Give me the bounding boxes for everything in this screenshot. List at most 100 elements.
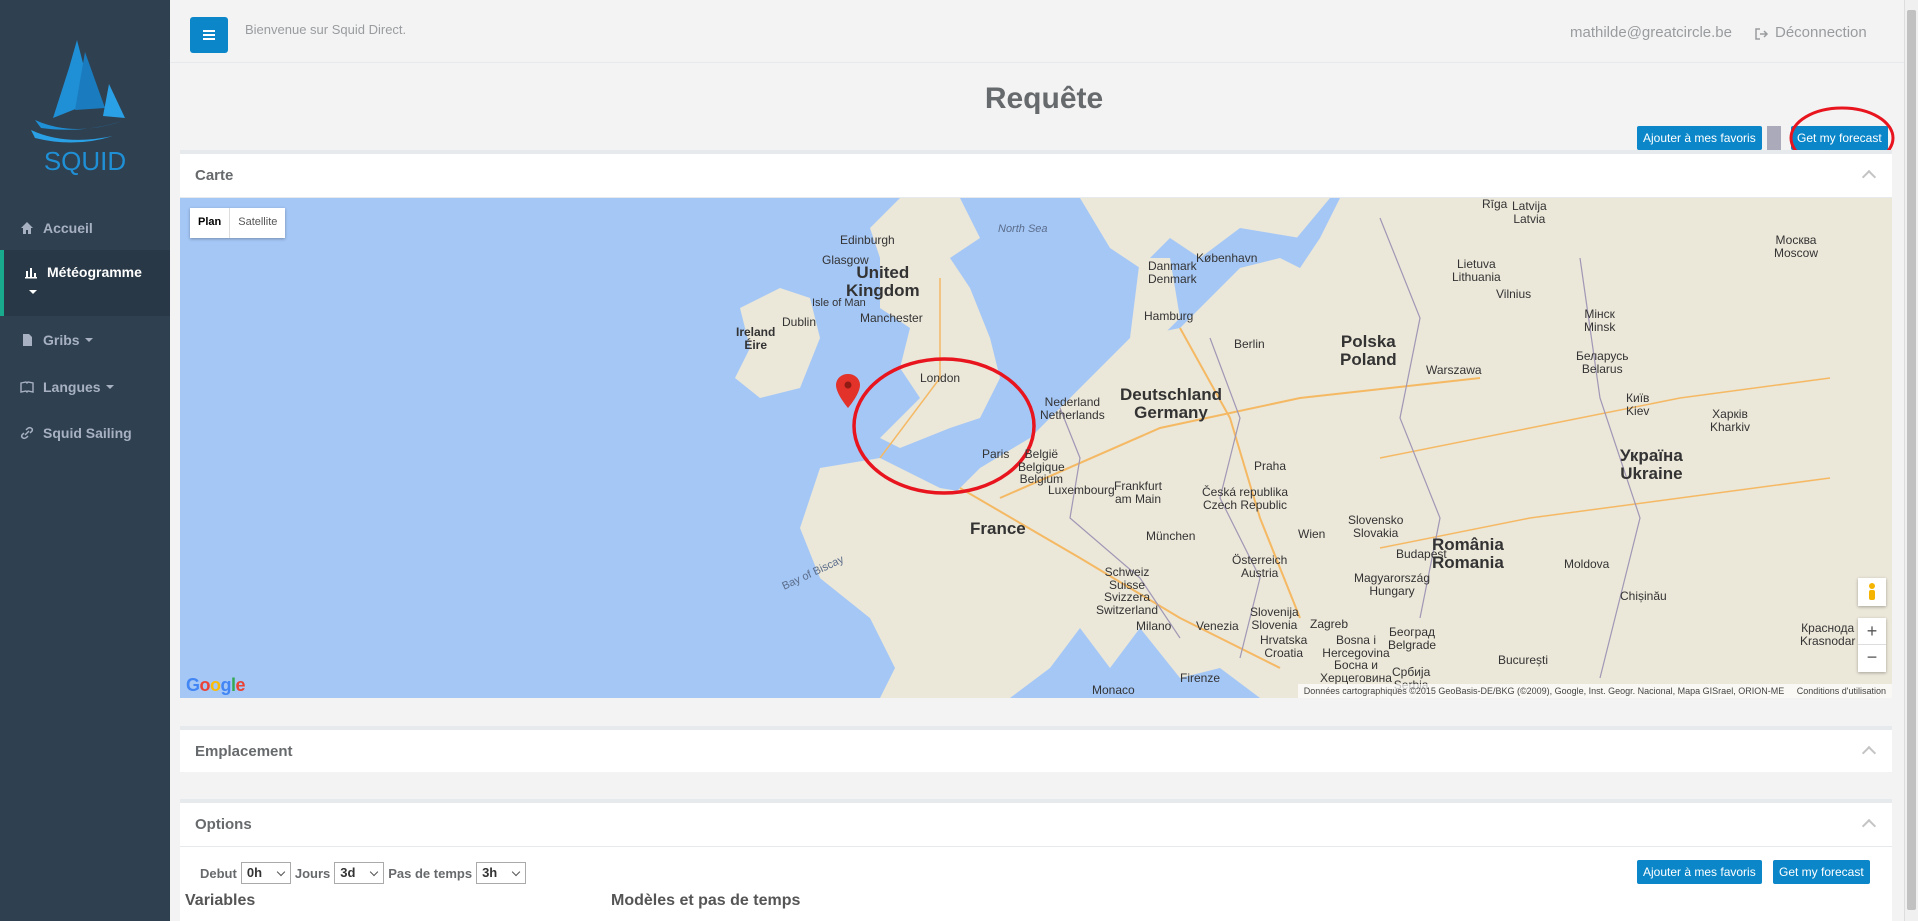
variables-heading: Variables — [185, 892, 256, 909]
map-label: Hrvatska Croatia — [1260, 633, 1308, 660]
map-label: Україна Ukraine — [1620, 446, 1683, 483]
sidebar-item-langues[interactable]: Langues — [0, 365, 170, 409]
panel-title-options[interactable]: Options — [180, 803, 1892, 847]
panel-title-carte[interactable]: Carte — [180, 154, 1892, 198]
map-label: Frankfurt am Main — [1114, 479, 1163, 506]
logout-link[interactable]: Déconnection — [1755, 24, 1867, 41]
page-title: Requête — [984, 82, 1104, 115]
map-type-control: Plan Satellite — [190, 208, 286, 238]
map-label: Nederland Netherlands — [1040, 395, 1105, 422]
zoom-out-button[interactable]: − — [1858, 645, 1886, 672]
panel-title-text: Emplacement — [195, 743, 293, 760]
terms-link[interactable]: Conditions d'utilisation — [1797, 686, 1886, 696]
map-label: Moldova — [1564, 557, 1610, 571]
map-label: Zagreb — [1310, 617, 1349, 631]
map-label: København — [1196, 251, 1258, 265]
sidebar-item-label: Accueil — [43, 220, 93, 236]
map-label: Paris — [982, 447, 1010, 461]
map-label: Magyarország Hungary — [1354, 571, 1431, 598]
menu-toggle-button[interactable] — [190, 17, 228, 53]
map-label: Беларусь Belarus — [1576, 349, 1629, 376]
map-label: Москва Moscow — [1774, 233, 1819, 260]
top-navbar: Bienvenue sur Squid Direct. mathilde@gre… — [170, 0, 1918, 63]
sidebar-item-gribs[interactable]: Gribs — [0, 318, 170, 362]
map-label: Київ Kiev — [1626, 391, 1650, 418]
map-label: Österreich Austria — [1232, 553, 1288, 580]
file-icon — [20, 333, 34, 347]
get-forecast-button-bottom[interactable]: Get my forecast — [1773, 860, 1870, 884]
map-label: München — [1146, 529, 1196, 543]
jours-label: Jours — [294, 865, 331, 881]
map-type-plan-button[interactable]: Plan — [190, 208, 231, 238]
map-label: Budapest — [1396, 547, 1447, 561]
map-label: Monaco — [1092, 683, 1135, 697]
caret-down-icon — [29, 290, 37, 295]
sidebar-item-label: Langues — [43, 379, 101, 395]
map-label: Dublin — [782, 315, 817, 329]
map-label: Polska Poland — [1340, 332, 1397, 369]
chevron-up-icon[interactable] — [1861, 745, 1877, 761]
street-view-pegman-icon[interactable] — [1858, 578, 1886, 606]
debut-select[interactable]: 0h — [240, 862, 291, 884]
squid-logo[interactable]: SQUID — [25, 38, 145, 178]
chevron-up-icon[interactable] — [1861, 818, 1877, 834]
map-label: Краснода Krasnodar — [1800, 621, 1856, 648]
map-label: Deutschland Germany — [1120, 385, 1223, 422]
caret-down-icon — [105, 385, 114, 389]
sidebar-item-meteogramme[interactable]: Météogramme — [0, 250, 170, 316]
map-label: Česká republika Czech Republic — [1202, 485, 1289, 512]
chevron-up-icon[interactable] — [1861, 169, 1877, 185]
map-label: United Kingdom — [846, 263, 920, 300]
sign-out-icon — [1755, 27, 1769, 40]
map-label: Firenze — [1180, 671, 1221, 685]
google-logo[interactable]: Google — [186, 675, 246, 696]
sidebar-item-squid-sailing[interactable]: Squid Sailing — [0, 411, 170, 455]
map-label: Ireland Éire — [736, 325, 776, 352]
scrollbar-thumb[interactable] — [1907, 10, 1916, 910]
svg-text:SQUID: SQUID — [44, 146, 126, 176]
panel-title-emplacement[interactable]: Emplacement — [180, 730, 1892, 774]
pas-de-temps-label: Pas de temps — [388, 865, 473, 881]
map-type-satellite-button[interactable]: Satellite — [230, 208, 285, 238]
sidebar-item-label: Gribs — [43, 332, 80, 348]
map-label: Bosna i Hercegovina Босна и Херцеговина — [1320, 633, 1392, 685]
sidebar-item-accueil[interactable]: Accueil — [0, 206, 170, 250]
map-label: Schweiz Suisse Svizzera Switzerland — [1096, 565, 1159, 617]
map-label: Мінск Minsk — [1584, 307, 1616, 334]
map-label: Manchester — [860, 311, 923, 325]
sidebar-item-label: Météogramme — [47, 264, 142, 280]
attribution-text: Données cartographiques ©2015 GeoBasis-D… — [1303, 686, 1785, 696]
map-view[interactable]: North Sea Bay of Biscay United Kingdom I… — [180, 198, 1892, 698]
panel-title-text: Carte — [195, 167, 234, 184]
user-email: mathilde@greatcircle.be — [1570, 24, 1732, 41]
map-label: Isle of Man — [812, 297, 866, 309]
link-icon — [20, 426, 34, 440]
modeles-heading: Modèles et pas de temps — [611, 892, 801, 909]
zoom-in-button[interactable]: + — [1858, 618, 1886, 645]
jours-select[interactable]: 3d — [334, 862, 385, 884]
map-label: Milano — [1136, 619, 1172, 633]
map-label: București — [1498, 653, 1549, 667]
options-form-row: Debut 0h Jours 3d Pas de temps 3h — [200, 862, 530, 884]
pas-de-temps-select[interactable]: 3h — [476, 862, 527, 884]
map-label: Slovenija Slovenia — [1250, 605, 1299, 632]
map-label: Glasgow — [822, 253, 869, 267]
home-icon — [20, 221, 34, 235]
map-label: Berlin — [1234, 337, 1265, 351]
map-label: France — [970, 519, 1026, 538]
add-favorite-button-bottom[interactable]: Ajouter à mes favoris — [1637, 860, 1762, 884]
options-panel: Options — [180, 799, 1892, 921]
map-label: België Belgique Belgium — [1018, 447, 1065, 487]
map-label: London — [920, 371, 961, 385]
sidebar: SQUID Accueil Météogramme Gribs Langues … — [0, 0, 170, 921]
map-label: North Sea — [998, 223, 1048, 235]
map-label: Hamburg — [1144, 309, 1194, 323]
page-scrollbar[interactable] — [1904, 0, 1918, 921]
map-label: Chișinău — [1620, 589, 1667, 603]
logout-label: Déconnection — [1775, 24, 1867, 41]
map-label: Praha — [1254, 459, 1287, 473]
map-attribution: Données cartographiques ©2015 GeoBasis-D… — [1297, 684, 1892, 698]
add-favorite-button[interactable]: Ajouter à mes favoris — [1637, 126, 1762, 150]
map-panel: Carte — [180, 150, 1892, 198]
caret-down-icon — [84, 338, 93, 342]
